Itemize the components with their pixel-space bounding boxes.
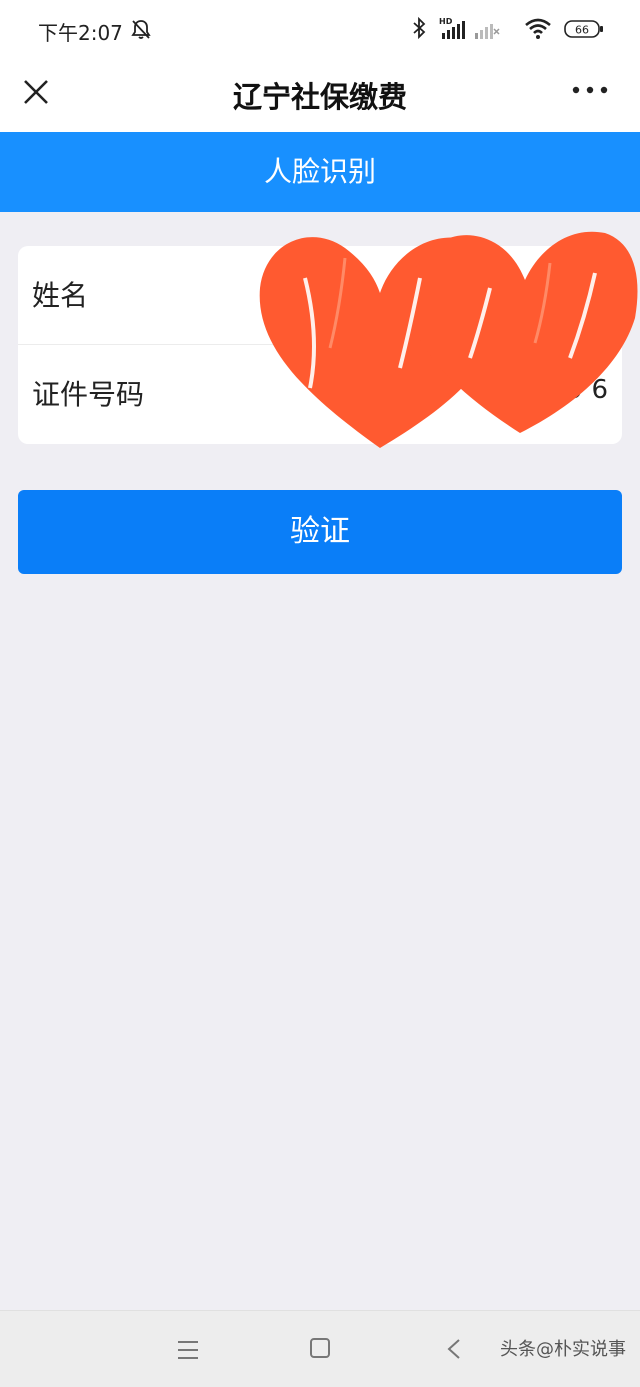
wifi-icon bbox=[525, 18, 551, 39]
menu-icon[interactable] bbox=[176, 1339, 200, 1361]
redaction-hearts bbox=[259, 231, 638, 448]
id-number-label: 证件号码 bbox=[32, 378, 145, 411]
verify-button[interactable]: 验证 bbox=[18, 490, 622, 574]
watermark: 头条@朴实说事 bbox=[500, 1339, 626, 1360]
status-time: 下午2:07 bbox=[38, 21, 123, 45]
bluetooth-icon bbox=[413, 16, 426, 40]
bell-muted-icon bbox=[131, 20, 151, 39]
back-icon[interactable] bbox=[446, 1337, 462, 1361]
system-nav-bar: 头条@朴实说事 bbox=[0, 1310, 640, 1387]
battery-level: 66 bbox=[575, 24, 589, 37]
page-title: 辽宁社保缴费 bbox=[232, 80, 407, 114]
battery-icon: 66 bbox=[564, 20, 603, 38]
status-bar: 下午2:07 HD 66 bbox=[0, 0, 640, 58]
more-icon[interactable] bbox=[570, 78, 610, 102]
home-icon[interactable] bbox=[309, 1337, 331, 1359]
section-header: 人脸识别 bbox=[0, 132, 640, 212]
signal-weak-icon bbox=[475, 24, 500, 39]
signal-icon: HD bbox=[439, 17, 465, 39]
hd-label: HD bbox=[439, 17, 453, 26]
name-label: 姓名 bbox=[32, 279, 89, 312]
nav-bar: 辽宁社保缴费 bbox=[0, 58, 640, 132]
